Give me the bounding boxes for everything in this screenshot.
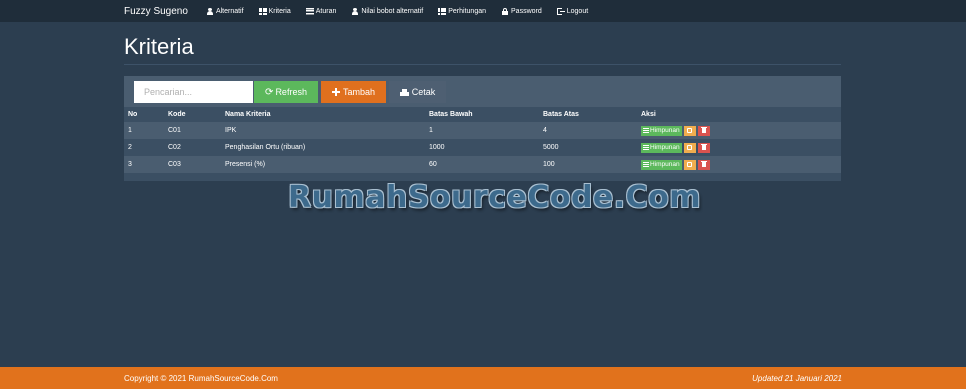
- cell-batas-bawah: 1: [429, 127, 433, 134]
- lock-icon: [501, 7, 509, 15]
- grid-icon: [258, 7, 267, 15]
- cell-batas-atas: 100: [543, 161, 555, 168]
- toolbar: ⟳ Refresh Tambah Cetak: [124, 76, 841, 107]
- delete-button[interactable]: [697, 125, 710, 136]
- cell-batas-bawah: 60: [429, 161, 437, 168]
- cell-kode: C01: [168, 127, 181, 134]
- row-actions: Himpunan: [641, 159, 837, 170]
- cell-kode: C03: [168, 161, 181, 168]
- nav-item-alternatif[interactable]: Alternatif: [206, 7, 244, 15]
- cell-nama: Presensi (%): [225, 161, 266, 168]
- trash-icon: [700, 143, 707, 150]
- cetak-button[interactable]: Cetak: [389, 81, 446, 103]
- search-input[interactable]: [134, 81, 253, 103]
- himpunan-label: Himpunan: [650, 144, 680, 151]
- plus-icon: [331, 88, 340, 96]
- list-icon: [643, 128, 649, 133]
- edit-icon: [687, 145, 693, 150]
- top-navbar: Fuzzy Sugeno Alternatif Kriteria Aturan …: [0, 0, 966, 22]
- nav-item-label: Logout: [566, 7, 589, 15]
- nav-item-label: Perhitungan: [448, 7, 487, 15]
- navbar-inner: Fuzzy Sugeno Alternatif Kriteria Aturan …: [124, 0, 603, 22]
- cell-nama: Penghasilan Ortu (ribuan): [225, 144, 306, 151]
- list-icon: [643, 162, 649, 167]
- cell-aksi: Himpunan: [637, 139, 841, 156]
- edit-button[interactable]: [683, 125, 696, 136]
- row-actions: Himpunan: [641, 142, 837, 153]
- logout-icon: [556, 7, 565, 15]
- nav-item-label: Password: [511, 7, 542, 15]
- cell-no: 3: [128, 161, 132, 168]
- delete-button[interactable]: [697, 142, 710, 153]
- himpunan-label: Himpunan: [650, 161, 680, 168]
- table-row: 2 C02 Penghasilan Ortu (ribuan) 1000 500…: [124, 139, 841, 156]
- kriteria-table: No Kode Nama Kriteria Batas Bawah Batas …: [124, 107, 841, 173]
- himpunan-button[interactable]: Himpunan: [641, 159, 682, 170]
- kriteria-panel: ⟳ Refresh Tambah Cetak No Kode Nama Krit…: [124, 76, 841, 181]
- list-icon: [643, 145, 649, 150]
- cell-no: 2: [128, 144, 132, 151]
- nav-item-kriteria[interactable]: Kriteria: [258, 7, 291, 15]
- printer-icon: [399, 88, 409, 96]
- nav-item-label: Kriteria: [268, 7, 291, 15]
- delete-button[interactable]: [697, 159, 710, 170]
- page-title: Kriteria: [124, 34, 194, 59]
- nav-item-label: Nilai bobot alternatif: [361, 7, 424, 15]
- himpunan-label: Himpunan: [650, 127, 680, 134]
- header-aksi: Aksi: [641, 111, 656, 118]
- header-nama-kriteria: Nama Kriteria: [225, 111, 271, 118]
- cell-no: 1: [128, 127, 132, 134]
- nav-item-aturan[interactable]: Aturan: [305, 7, 337, 15]
- nav-item-password[interactable]: Password: [501, 7, 542, 15]
- tambah-button[interactable]: Tambah: [321, 81, 386, 103]
- cell-batas-atas: 4: [543, 127, 547, 134]
- title-divider: [124, 64, 841, 65]
- cell-kode: C02: [168, 144, 181, 151]
- header-no: No: [128, 111, 138, 118]
- table-row: 1 C01 IPK 1 4 Himpunan: [124, 122, 841, 139]
- nav-item-nilai-bobot[interactable]: Nilai bobot alternatif: [351, 7, 424, 15]
- cell-batas-atas: 5000: [543, 144, 559, 151]
- refresh-label: Refresh: [275, 87, 307, 97]
- cell-batas-bawah: 1000: [429, 144, 445, 151]
- edit-icon: [687, 128, 693, 133]
- user-icon: [351, 7, 359, 15]
- row-actions: Himpunan: [641, 125, 837, 136]
- cell-aksi: Himpunan: [637, 156, 841, 173]
- footer-updated: Updated 21 Januari 2021: [752, 374, 842, 383]
- footer: Copyright © 2021 RumahSourceCode.Com Upd…: [0, 367, 966, 389]
- navbar-brand[interactable]: Fuzzy Sugeno: [124, 6, 188, 17]
- header-batas-bawah: Batas Bawah: [429, 111, 473, 118]
- himpunan-button[interactable]: Himpunan: [641, 142, 682, 153]
- nav-item-label: Aturan: [315, 7, 337, 15]
- edit-button[interactable]: [683, 142, 696, 153]
- edit-icon: [687, 162, 693, 167]
- table-row: 3 C03 Presensi (%) 60 100 Himpunan: [124, 156, 841, 173]
- tambah-label: Tambah: [342, 87, 376, 97]
- refresh-icon: ⟳: [265, 86, 274, 98]
- user-icon: [206, 7, 214, 15]
- table-header-row: No Kode Nama Kriteria Batas Bawah Batas …: [124, 107, 841, 122]
- himpunan-button[interactable]: Himpunan: [641, 125, 682, 136]
- refresh-button[interactable]: ⟳ Refresh: [254, 81, 318, 103]
- list-icon: [438, 7, 447, 15]
- trash-icon: [700, 126, 707, 133]
- nav-item-label: Alternatif: [215, 7, 244, 15]
- watermark: RumahSourceCode.Com: [288, 180, 702, 215]
- cetak-label: Cetak: [411, 87, 436, 97]
- footer-copyright: Copyright © 2021 RumahSourceCode.Com: [124, 374, 278, 383]
- edit-button[interactable]: [683, 159, 696, 170]
- nav-item-logout[interactable]: Logout: [556, 7, 589, 15]
- lines-icon: [305, 7, 314, 15]
- cell-nama: IPK: [225, 127, 237, 134]
- header-kode: Kode: [168, 111, 186, 118]
- nav-item-perhitungan[interactable]: Perhitungan: [438, 7, 487, 15]
- trash-icon: [700, 160, 707, 167]
- header-batas-atas: Batas Atas: [543, 111, 579, 118]
- cell-aksi: Himpunan: [637, 122, 841, 139]
